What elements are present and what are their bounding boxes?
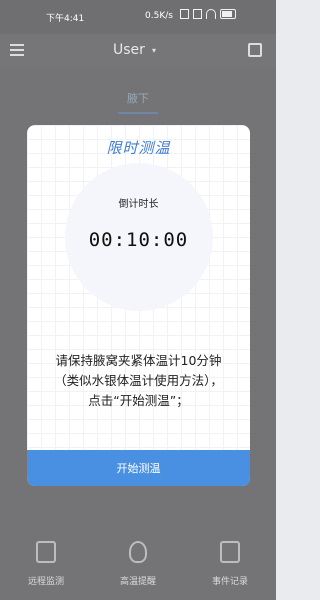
- bottom-nav: 远程监测 高温提醒 事件记录: [0, 533, 276, 600]
- status-icons: [180, 9, 236, 19]
- dialog-title: 限时测温: [106, 139, 171, 157]
- nav-label: 远程监测: [27, 577, 64, 587]
- menu-icon[interactable]: [10, 44, 24, 58]
- countdown-value: 00:10:00: [88, 229, 189, 251]
- network-speed: 0.5K/s: [145, 11, 173, 21]
- wifi-icon: [206, 9, 216, 19]
- nav-remote-monitor[interactable]: 远程监测: [11, 541, 81, 588]
- countdown-label: 倒计时长: [118, 199, 159, 210]
- status-time: 下午4:41: [46, 14, 85, 24]
- user-selector[interactable]: User: [113, 42, 145, 58]
- timed-measurement-dialog: 限时测温 倒计时长 00:10:00 请保持腋窝夹紧体温计10分钟 （类似水银体…: [27, 125, 250, 486]
- instruction-line: （类似水银体温计使用方法），: [54, 373, 223, 388]
- chart-icon: [36, 541, 56, 563]
- calendar-icon[interactable]: [248, 43, 262, 57]
- battery-icon: [220, 9, 236, 19]
- instruction-line: 点击“开始测温”；: [88, 393, 189, 408]
- start-measurement-button[interactable]: 开始测温: [27, 450, 250, 486]
- chevron-down-icon[interactable]: ▾: [152, 46, 156, 55]
- instruction-line: 请保持腋窝夹紧体温计10分钟: [55, 353, 222, 368]
- app-header: User ▾: [0, 34, 276, 68]
- nav-label: 高温提醒: [119, 577, 156, 587]
- tab-armpit[interactable]: 腋下: [110, 90, 166, 114]
- nav-event-log[interactable]: 事件记录: [195, 541, 265, 588]
- thermometer-bulb-icon: [129, 541, 147, 563]
- signal-icon: [180, 9, 189, 19]
- record-icon: [220, 541, 240, 563]
- instruction-text: 请保持腋窝夹紧体温计10分钟 （类似水银体温计使用方法）， 点击“开始测温”；: [39, 351, 238, 411]
- status-bar: 下午4:41 0.5K/s: [0, 0, 276, 34]
- signal-2-icon: [193, 9, 202, 19]
- nav-fever-alert[interactable]: 高温提醒: [103, 541, 173, 588]
- nav-label: 事件记录: [211, 577, 248, 587]
